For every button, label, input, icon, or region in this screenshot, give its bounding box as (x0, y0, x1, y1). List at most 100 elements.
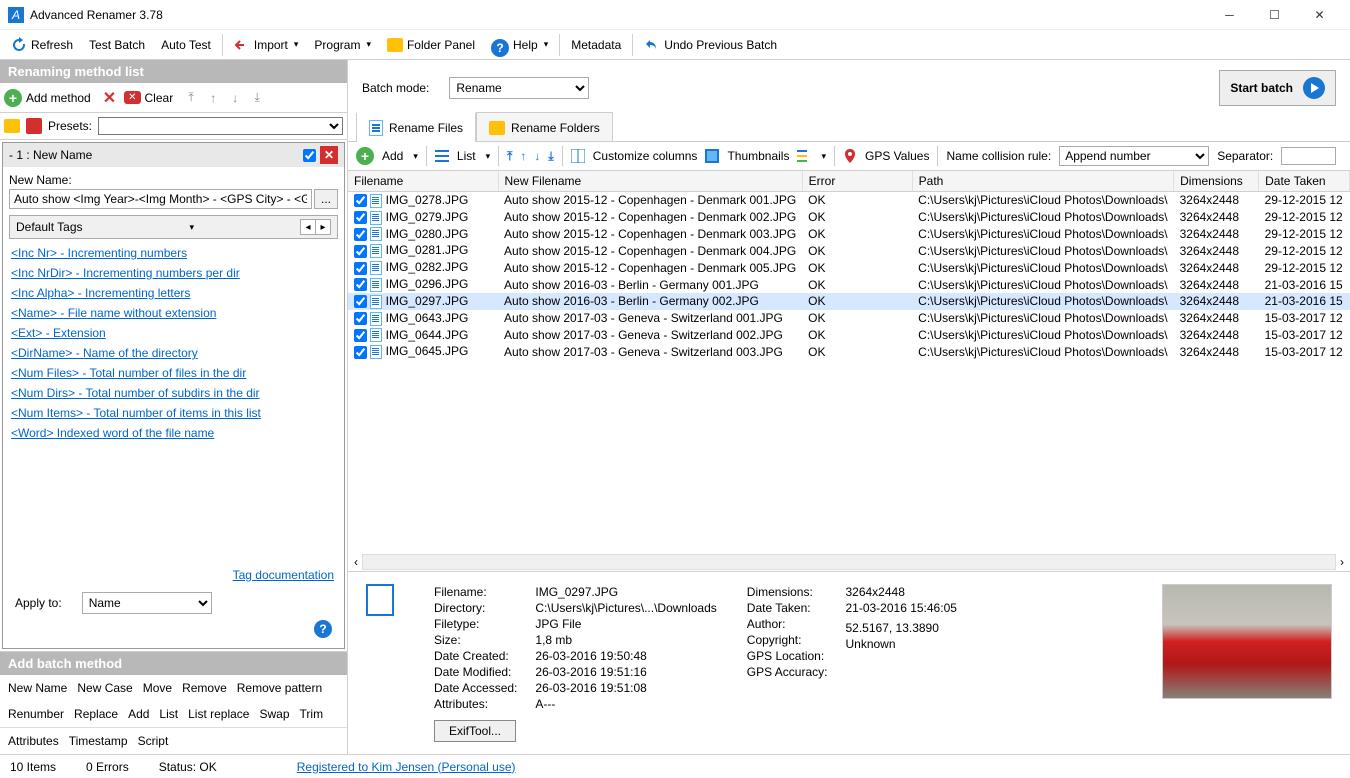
thumbnails-button[interactable]: Thumbnails (727, 149, 789, 163)
move-down-button[interactable]: ↓ (225, 87, 245, 109)
batch-method-list[interactable]: List (159, 707, 178, 721)
row-checkbox[interactable] (354, 262, 367, 275)
row-checkbox[interactable] (354, 211, 367, 224)
batch-method-renumber[interactable]: Renumber (8, 707, 64, 721)
auto-test-button[interactable]: Auto Test (154, 32, 218, 58)
tag-link[interactable]: <Num Files> - Total number of files in t… (9, 363, 338, 383)
tag-documentation-link[interactable]: Tag documentation (233, 568, 334, 582)
add-files-icon[interactable]: + (356, 147, 374, 165)
settings-icon[interactable] (797, 149, 811, 163)
collision-select[interactable]: Append number (1059, 146, 1209, 166)
metadata-button[interactable]: Metadata (564, 32, 628, 58)
method-title-bar[interactable]: - 1 : New Name ✕ (3, 143, 344, 167)
batch-method-script[interactable]: Script (138, 734, 169, 748)
table-row[interactable]: IMG_0282.JPGAuto show 2015-12 - Copenhag… (348, 259, 1350, 276)
program-button[interactable]: Program▾ (307, 32, 378, 58)
method-enabled-checkbox[interactable] (303, 149, 316, 162)
tag-link[interactable]: <Inc Alpha> - Incrementing letters (9, 283, 338, 303)
clear-icon[interactable]: ✕ (124, 91, 140, 104)
tag-link[interactable]: <Inc Nr> - Incrementing numbers (9, 243, 338, 263)
batch-method-trim[interactable]: Trim (300, 707, 324, 721)
table-row[interactable]: IMG_0645.JPGAuto show 2017-03 - Geneva -… (348, 343, 1350, 360)
sort-bottom-icon[interactable]: ⤓ (548, 149, 553, 164)
new-name-input[interactable] (9, 189, 312, 209)
undo-button[interactable]: Undo Previous Batch (637, 32, 784, 58)
tag-link[interactable]: <DirName> - Name of the directory (9, 343, 338, 363)
start-batch-button[interactable]: Start batch (1219, 70, 1336, 106)
col-new-filename[interactable]: New Filename (498, 171, 802, 192)
row-checkbox[interactable] (354, 329, 367, 342)
sort-top-icon[interactable]: ⤒ (507, 149, 512, 164)
col-dimensions[interactable]: Dimensions (1174, 171, 1259, 192)
move-bottom-button[interactable]: ⤓ (247, 87, 267, 109)
sort-up-icon[interactable]: ↑ (520, 149, 526, 163)
registration-link[interactable]: Registered to Kim Jensen (Personal use) (297, 760, 516, 774)
sort-down-icon[interactable]: ↓ (534, 149, 540, 163)
refresh-button[interactable]: Refresh (4, 32, 80, 58)
add-label[interactable]: Add (382, 149, 403, 163)
help-button[interactable]: ?Help▾ (484, 32, 555, 58)
tag-link[interactable]: <Num Items> - Total number of items in t… (9, 403, 338, 423)
save-preset-icon[interactable] (26, 118, 42, 134)
batch-method-list-replace[interactable]: List replace (188, 707, 249, 721)
row-checkbox[interactable] (354, 346, 367, 359)
tag-prev-button[interactable]: ◂ (300, 219, 316, 235)
tag-next-button[interactable]: ▸ (315, 219, 331, 235)
close-button[interactable]: ✕ (1297, 1, 1342, 29)
col-date-taken[interactable]: Date Taken (1259, 171, 1350, 192)
table-row[interactable]: IMG_0296.JPGAuto show 2016-03 - Berlin -… (348, 276, 1350, 293)
open-preset-icon[interactable] (4, 119, 20, 133)
col-error[interactable]: Error (802, 171, 912, 192)
separator-input[interactable] (1281, 147, 1336, 165)
batch-method-move[interactable]: Move (143, 681, 172, 695)
col-filename[interactable]: Filename (348, 171, 498, 192)
remove-method-button[interactable]: ✕ (320, 146, 338, 164)
horizontal-scrollbar[interactable]: ‹› (348, 553, 1350, 571)
tag-link[interactable]: <Word> Indexed word of the file name (9, 423, 338, 443)
folder-panel-button[interactable]: Folder Panel (380, 32, 482, 58)
row-checkbox[interactable] (354, 245, 367, 258)
col-path[interactable]: Path (912, 171, 1173, 192)
batch-mode-select[interactable]: Rename (449, 77, 589, 99)
table-row[interactable]: IMG_0643.JPGAuto show 2017-03 - Geneva -… (348, 310, 1350, 327)
apply-to-select[interactable]: Name (82, 592, 212, 614)
tag-link[interactable]: <Ext> - Extension (9, 323, 338, 343)
delete-method-button[interactable]: ✕ (99, 88, 120, 108)
minimize-button[interactable]: ─ (1207, 1, 1252, 29)
batch-method-remove-pattern[interactable]: Remove pattern (237, 681, 322, 695)
table-row[interactable]: IMG_0278.JPGAuto show 2015-12 - Copenhag… (348, 192, 1350, 209)
move-up-button[interactable]: ↑ (203, 87, 223, 109)
ellipsis-button[interactable]: ... (314, 189, 338, 209)
import-button[interactable]: Import▾ (227, 32, 306, 58)
tab-rename-files[interactable]: Rename Files (356, 112, 476, 142)
list-label[interactable]: List (457, 149, 476, 163)
presets-select[interactable] (98, 117, 343, 135)
exiftool-button[interactable]: ExifTool... (434, 720, 516, 742)
move-top-button[interactable]: ⤒ (181, 87, 201, 109)
default-tags-dropdown[interactable]: Default Tags ▾ ◂▸ (9, 215, 338, 239)
row-checkbox[interactable] (354, 194, 367, 207)
batch-method-new-case[interactable]: New Case (77, 681, 132, 695)
add-method-icon[interactable]: + (4, 89, 22, 107)
table-row[interactable]: IMG_0297.JPGAuto show 2016-03 - Berlin -… (348, 293, 1350, 310)
clear-label[interactable]: Clear (145, 91, 174, 105)
maximize-button[interactable]: ☐ (1252, 1, 1297, 29)
add-method-label[interactable]: Add method (26, 91, 91, 105)
batch-method-new-name[interactable]: New Name (8, 681, 67, 695)
tab-rename-folders[interactable]: Rename Folders (476, 112, 613, 142)
row-checkbox[interactable] (354, 228, 367, 241)
batch-method-swap[interactable]: Swap (259, 707, 289, 721)
table-row[interactable]: IMG_0281.JPGAuto show 2015-12 - Copenhag… (348, 242, 1350, 259)
tag-link[interactable]: <Num Dirs> - Total number of subdirs in … (9, 383, 338, 403)
row-checkbox[interactable] (354, 312, 367, 325)
test-batch-button[interactable]: Test Batch (82, 32, 152, 58)
batch-method-remove[interactable]: Remove (182, 681, 227, 695)
table-row[interactable]: IMG_0644.JPGAuto show 2017-03 - Geneva -… (348, 327, 1350, 344)
method-help-icon[interactable]: ? (314, 620, 332, 638)
tag-link[interactable]: <Name> - File name without extension (9, 303, 338, 323)
row-checkbox[interactable] (354, 295, 367, 308)
tag-link[interactable]: <Inc NrDir> - Incrementing numbers per d… (9, 263, 338, 283)
gps-values-button[interactable]: GPS Values (865, 149, 929, 163)
table-row[interactable]: IMG_0280.JPGAuto show 2015-12 - Copenhag… (348, 226, 1350, 243)
batch-method-add[interactable]: Add (128, 707, 149, 721)
